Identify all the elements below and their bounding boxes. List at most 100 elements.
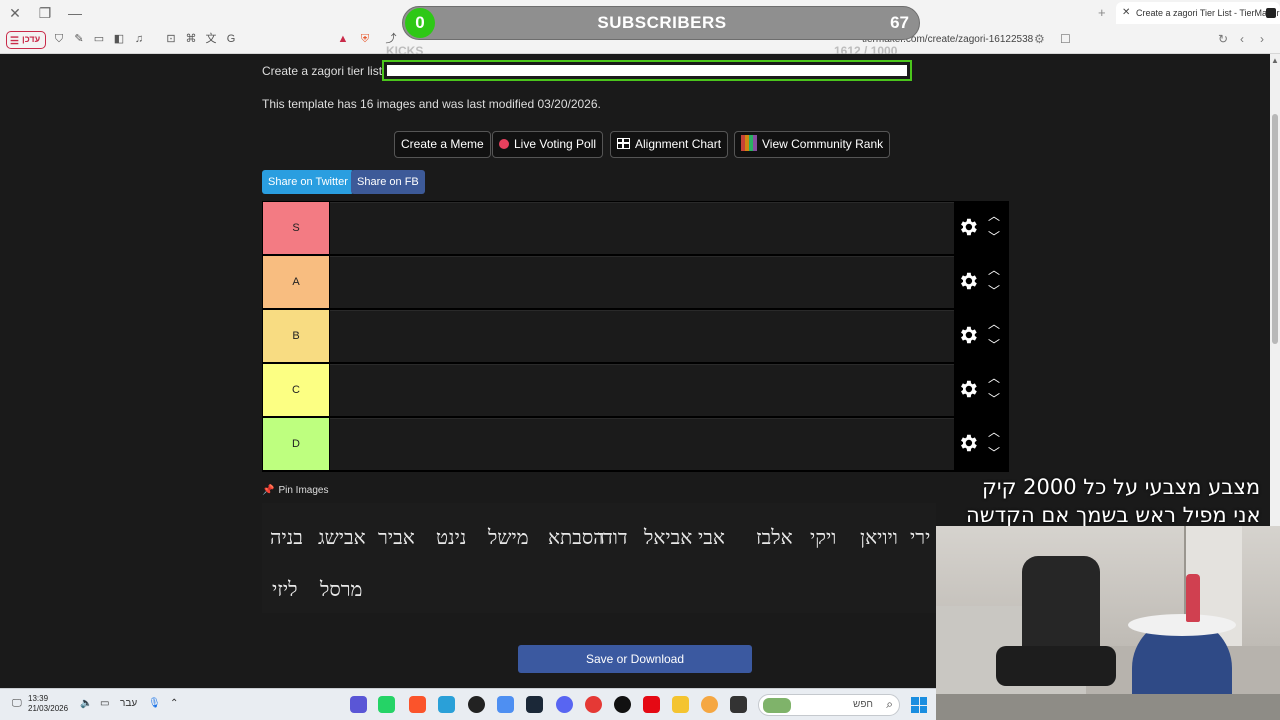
view-community-rank-button[interactable]: View Community Rank (734, 131, 891, 158)
pool-item[interactable]: אלבז (756, 525, 793, 550)
site-settings-icon[interactable]: ⚙ (1034, 32, 1045, 46)
scroll-up-icon[interactable]: ▲ (1271, 56, 1279, 65)
media-player-icon[interactable] (585, 696, 602, 713)
brave-shields-icon[interactable]: ⛨ (358, 32, 372, 46)
chevron-up-icon[interactable]: ︿ (988, 261, 1000, 278)
tier-label[interactable]: C (263, 364, 329, 416)
close-tab-icon[interactable]: ✕ (1122, 2, 1130, 24)
chevron-down-icon[interactable]: ﹀ (988, 390, 1000, 407)
clock[interactable]: 13:39 21/03/2026 (28, 694, 68, 714)
gear-icon[interactable] (957, 324, 979, 346)
gear-icon[interactable] (957, 432, 979, 454)
alignment-chart-button[interactable]: Alignment Chart (610, 131, 729, 158)
update-browser-button[interactable]: ☰ עדכן (6, 31, 46, 49)
forward-icon[interactable]: › (1260, 32, 1264, 46)
terminal-icon[interactable] (730, 696, 747, 713)
app-icon-2[interactable] (497, 696, 514, 713)
volume-icon[interactable]: 🔈 (80, 698, 92, 709)
whatsapp-icon[interactable] (378, 696, 395, 713)
translate-page-icon[interactable]: G (224, 32, 238, 46)
brave-browser-icon[interactable] (409, 696, 426, 713)
tier-label[interactable]: D (263, 418, 329, 470)
gear-icon[interactable] (957, 216, 979, 238)
microphone-icon[interactable]: 🎙 (148, 698, 161, 709)
tier-label[interactable]: S (263, 202, 329, 254)
tier-drop-area[interactable] (330, 310, 954, 362)
pool-item[interactable]: דודו (598, 525, 627, 550)
tier-drop-area[interactable] (330, 202, 954, 254)
network-icon[interactable]: ▭ (100, 698, 109, 709)
netflix-icon[interactable] (643, 696, 660, 713)
screenshot-icon[interactable]: ⊡ (164, 32, 178, 46)
scrollbar-thumb[interactable] (1272, 114, 1278, 344)
share-fb-button[interactable]: Share on FB (351, 170, 425, 194)
pin-images-label: Pin Images (278, 485, 329, 496)
live-voting-poll-button[interactable]: Live Voting Poll (492, 131, 604, 158)
tier-list-title-input[interactable] (382, 60, 912, 81)
pool-item[interactable]: נינט (436, 525, 466, 550)
pool-item[interactable]: אבי (698, 525, 725, 550)
pool-item[interactable]: ירי (910, 525, 930, 550)
windows-start-icon[interactable] (911, 697, 927, 713)
share-twitter-button[interactable]: Share on Twitter (262, 170, 354, 194)
tier-drop-area[interactable] (330, 364, 954, 416)
discord-icon[interactable] (556, 696, 573, 713)
pool-item[interactable]: אביר (378, 525, 415, 550)
chevron-up-icon[interactable]: ︿ (988, 315, 1000, 332)
pool-item[interactable]: ויויאן (860, 525, 898, 550)
back-icon[interactable]: ‹ (1240, 32, 1244, 46)
leo-icon[interactable]: ⌘ (184, 32, 198, 46)
title-input-field[interactable] (387, 65, 907, 76)
wallet-icon[interactable]: ▭ (92, 32, 106, 46)
pool-item[interactable]: הסבתא (548, 525, 605, 550)
pin-images-toggle[interactable]: 📌 Pin Images (262, 485, 328, 496)
new-tab-icon[interactable]: + (1098, 5, 1106, 20)
pool-item[interactable]: בניה (270, 525, 303, 550)
close-window-icon[interactable]: ✕ (4, 4, 26, 22)
show-hidden-icons-icon[interactable]: ⌃ (170, 698, 178, 709)
chevron-up-icon[interactable]: ︿ (988, 207, 1000, 224)
tier-controls: ︿ ﹀ (955, 255, 1009, 309)
shield-icon[interactable]: ⛉ (52, 32, 66, 46)
sidebar-icon[interactable]: ◧ (112, 32, 126, 46)
pool-item[interactable]: מרסל (320, 577, 362, 602)
chevron-down-icon[interactable]: ﹀ (988, 228, 1000, 245)
save-download-button[interactable]: Save or Download (518, 645, 752, 673)
translate-icon[interactable]: 文 (204, 32, 218, 46)
pool-item[interactable]: מישל (488, 525, 529, 550)
steam-icon[interactable] (526, 696, 543, 713)
minimize-window-icon[interactable]: — (64, 4, 86, 22)
browser-tab-tiermaker[interactable]: ✕ Create a zagori Tier List - TierMaker (1116, 2, 1280, 24)
chevron-down-icon[interactable]: ﹀ (988, 282, 1000, 299)
pool-item[interactable]: ליזי (272, 577, 297, 602)
tier-label[interactable]: A (263, 256, 329, 308)
chevron-down-icon[interactable]: ﹀ (988, 444, 1000, 461)
bookmark-icon[interactable]: ☐ (1060, 32, 1071, 46)
file-explorer-icon[interactable] (672, 696, 689, 713)
pool-item[interactable]: אבישג (318, 525, 366, 550)
restore-window-icon[interactable]: ❐ (34, 4, 56, 22)
chevron-up-icon[interactable]: ︿ (988, 423, 1000, 440)
reload-icon[interactable]: ↻ (1218, 32, 1228, 46)
notification-icon[interactable]: 🖵 (12, 698, 22, 709)
chevron-up-icon[interactable]: ︿ (988, 369, 1000, 386)
extensions-icon[interactable]: ✎ (72, 32, 86, 46)
obs-icon[interactable] (468, 696, 485, 713)
pool-item[interactable]: אביאל (644, 525, 692, 550)
taskbar-search[interactable]: חפש ⌕ (758, 694, 900, 716)
chatgpt-icon[interactable] (614, 696, 631, 713)
tier-label[interactable]: B (263, 310, 329, 362)
create-meme-button[interactable]: Create a Meme (394, 131, 491, 158)
gear-icon[interactable] (957, 270, 979, 292)
music-icon[interactable]: ♫ (132, 32, 146, 46)
language-indicator[interactable]: עבר (120, 698, 137, 709)
gear-icon[interactable] (957, 378, 979, 400)
brave-rewards-icon[interactable]: ▲ (336, 32, 350, 46)
chevron-down-icon[interactable]: ﹀ (988, 336, 1000, 353)
tier-drop-area[interactable] (330, 256, 954, 308)
telegram-icon[interactable] (438, 696, 455, 713)
app-icon-1[interactable] (350, 696, 367, 713)
pool-item[interactable]: ויקי (810, 525, 836, 550)
tier-drop-area[interactable] (330, 418, 954, 470)
app-icon-3[interactable] (701, 696, 718, 713)
